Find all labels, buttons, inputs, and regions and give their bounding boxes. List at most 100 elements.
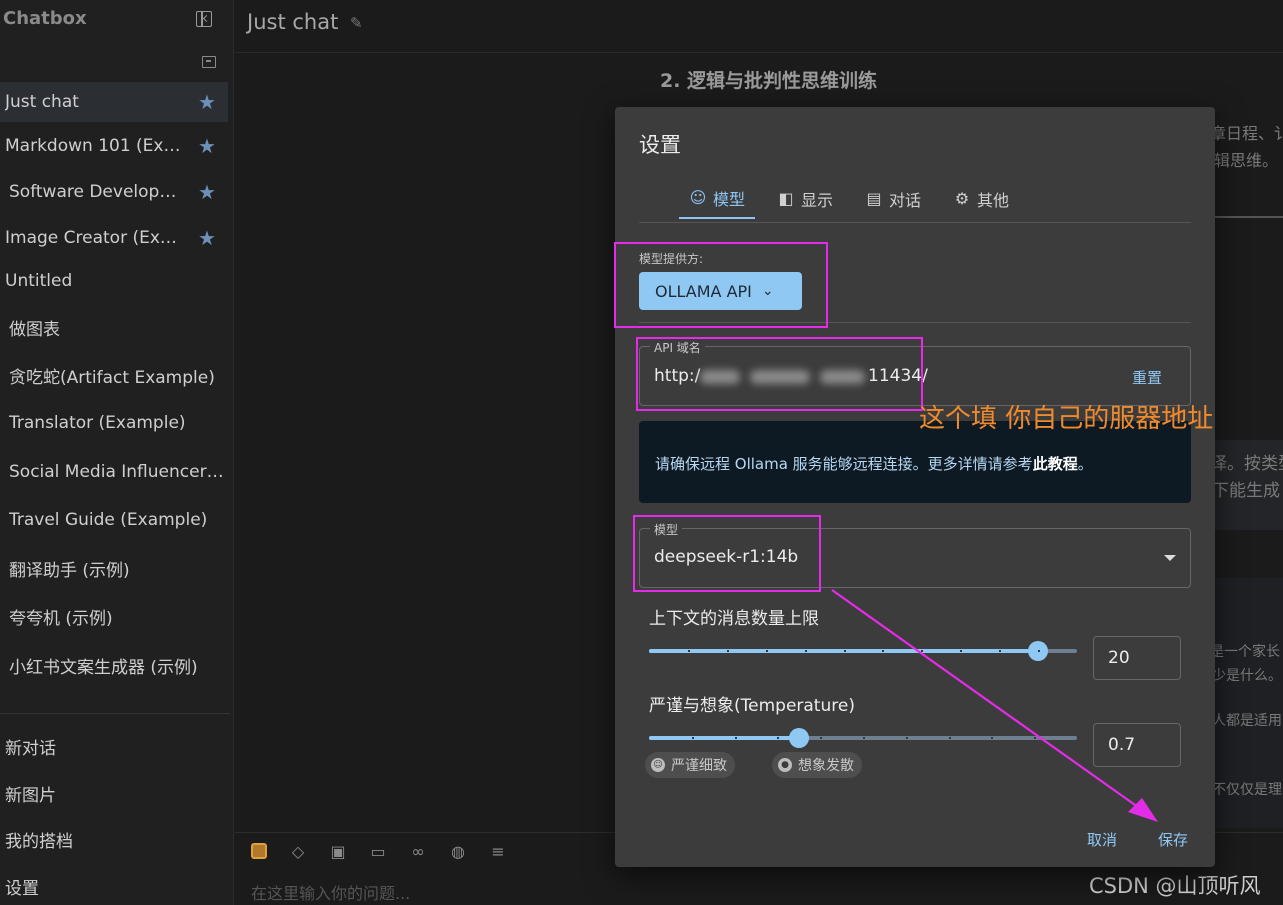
collapse-sidebar-icon[interactable] [196,11,212,27]
message-text: 辑思维。 [1214,151,1279,170]
message-text: 是一个家长 [1210,644,1280,660]
tab-other[interactable]: ⚙ 其他 [943,179,1019,219]
chip-label: 想象发散 [798,758,854,774]
session-item[interactable]: 翻译助手 (示例) [0,548,228,588]
message-heading: 2. 逻辑与批判性思维训练 [660,70,878,92]
pencil-icon[interactable]: ✎ [350,14,366,32]
gear-icon: ⚙ [954,189,970,208]
context-limit-input[interactable]: 20 [1093,636,1181,680]
star-icon[interactable]: ★ [198,228,216,248]
session-item[interactable]: Untitled [0,261,228,301]
sidebar-divider [0,713,230,714]
tab-model[interactable]: ☺ 模型 [679,179,756,219]
precise-chip[interactable]: ☺ 严谨细致 [645,752,735,778]
star-icon[interactable]: ★ [198,136,216,156]
session-item[interactable]: 夸夸机 (示例) [0,596,228,636]
new-image-button[interactable]: 新图片 [5,781,56,806]
my-copilots-button[interactable]: 我的搭档 [5,827,73,852]
star-icon[interactable]: ★ [198,92,218,112]
reset-button[interactable]: 重置 [1132,367,1162,388]
header-divider [235,52,1283,53]
link-icon[interactable]: ∞ [408,842,428,862]
session-label: Translator (Example) [9,413,186,433]
copilot-icon[interactable] [251,843,267,859]
session-item[interactable]: Markdown 101 (Exa… [0,126,185,166]
tab-label: 模型 [713,190,746,209]
chip-label: 严谨细致 [671,758,727,774]
slider-tick [765,650,768,652]
session-item[interactable]: Just chat ★ [0,82,228,122]
tabs-divider [639,222,1191,223]
slider-tick [777,737,780,739]
info-text: 请确保远程 Ollama 服务能够远程连接。更多详情请参考此教程。 [655,453,1093,474]
tab-display[interactable]: ◧ 显示 [767,179,843,219]
slider-tick [882,650,885,652]
message-text: 不仅仅是理 [1212,782,1282,798]
dropdown-arrow-icon [1164,555,1176,561]
session-item[interactable]: Software Developer… [0,172,185,212]
context-limit-label: 上下文的消息数量上限 [649,609,819,629]
temperature-label: 严谨与想象(Temperature) [649,696,855,716]
session-item[interactable]: Image Creator (Exa… [0,218,185,258]
watermark: CSDN @山顶听风 [1089,874,1261,898]
sidebar: Chatbox Just chat ★ Markdown 101 (Exa… ★… [0,0,234,905]
folder-icon[interactable]: ▭ [368,842,388,862]
settings-tabs: ☺ 模型 ◧ 显示 ▤ 对话 ⚙ 其他 [679,179,1031,223]
slider-tick [1038,650,1041,652]
message-divider [1210,216,1283,218]
new-chat-button[interactable]: 新对话 [5,734,56,759]
cancel-button[interactable]: 取消 [1087,829,1117,850]
session-label: Software Developer… [9,182,185,202]
settings-sliders-icon[interactable]: ≡ [488,842,508,862]
session-item[interactable]: Travel Guide (Example) [0,500,228,540]
archive-icon[interactable] [202,56,216,68]
tab-label: 显示 [801,191,834,210]
message-text: 译。按类型 [1210,454,1283,474]
info-text-main: 请确保远程 Ollama 服务能够远程连接。更多详情请参考 [655,455,1033,473]
message-text: 下能生成 [1212,481,1280,501]
settings-button[interactable]: 设置 [5,874,39,899]
slider-tick [863,737,865,739]
precise-icon: ☺ [651,758,665,772]
slider-tick [948,737,951,739]
annotation-box-provider [614,242,828,328]
globe-icon[interactable]: ◍ [448,842,468,862]
creative-chip[interactable]: ● 想象发散 [772,752,862,778]
message-input[interactable]: 在这里输入你的问题... [251,880,410,904]
display-icon: ◧ [778,189,794,208]
slider-tick [691,737,694,739]
info-text-end: 。 [1077,455,1093,473]
session-item[interactable]: Translator (Example) [0,403,228,443]
image-icon[interactable]: ▣ [328,842,348,862]
tutorial-link[interactable]: 此教程 [1033,455,1078,473]
temperature-slider[interactable] [649,728,1077,748]
session-label: 翻译助手 (示例) [9,560,130,581]
lightbulb-icon: ● [778,758,792,772]
session-item[interactable]: Social Media Influencer … [0,452,228,492]
robot-icon: ☺ [689,188,707,207]
session-item[interactable]: 贪吃蛇(Artifact Example) [0,355,228,395]
slider-tick [999,650,1002,652]
star-icon[interactable]: ★ [198,182,216,202]
temperature-input[interactable]: 0.7 [1093,723,1181,767]
session-item[interactable]: 做图表 [0,307,228,347]
slider-thumb[interactable] [788,728,809,748]
eraser-icon[interactable]: ◇ [288,842,308,862]
session-item[interactable]: 小红书文案生成器 (示例) [0,645,228,685]
brand-title: Chatbox [3,8,87,29]
slider-tick [734,737,737,739]
save-button[interactable]: 保存 [1158,829,1188,850]
slider-tick [687,650,690,652]
tab-chat[interactable]: ▤ 对话 [855,179,931,219]
slider-tick [991,737,994,739]
session-label: Just chat [5,92,79,112]
session-label: 做图表 [9,319,60,340]
session-label: 小红书文案生成器 (示例) [9,657,198,678]
context-limit-slider[interactable] [649,641,1077,661]
message-text: 少是什么。 [1212,668,1282,684]
annotation-text: 这个填 你自己的服器地址 [919,404,1214,434]
slider-fill [649,736,799,740]
message-text: 人都是适用 [1212,713,1282,729]
session-label: 贪吃蛇(Artifact Example) [9,367,215,388]
settings-dialog: 设置 ☺ 模型 ◧ 显示 ▤ 对话 ⚙ 其他 模型提供方: OLLAMA API… [615,107,1215,867]
